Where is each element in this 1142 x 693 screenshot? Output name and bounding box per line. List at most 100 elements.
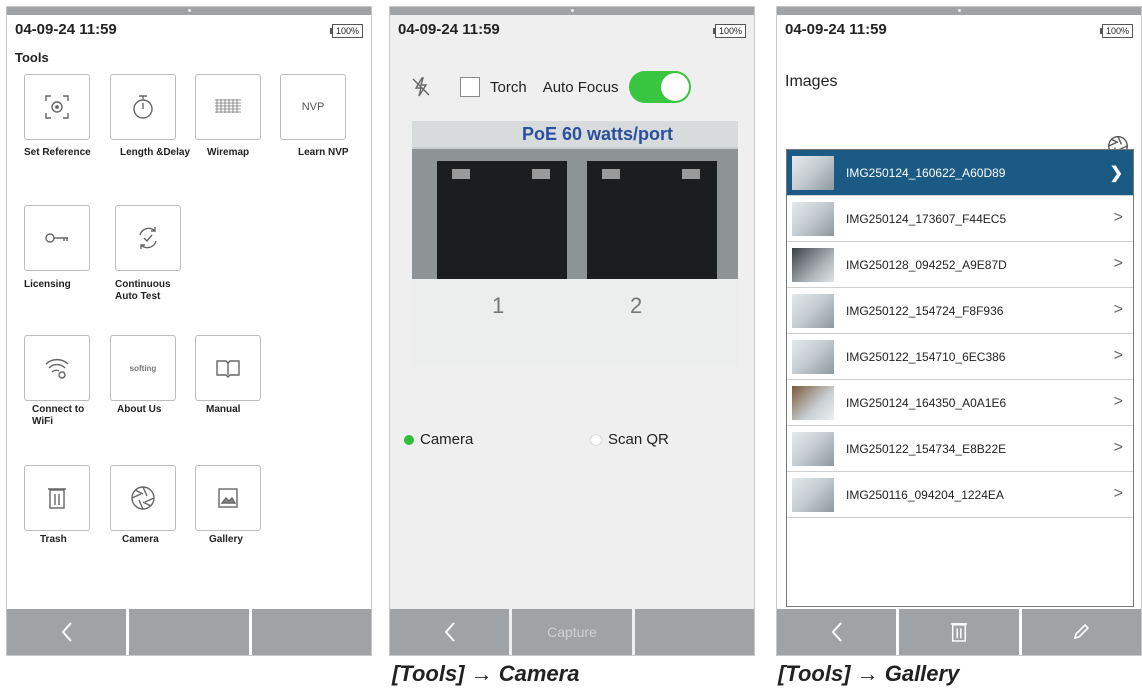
back-button[interactable] [390, 609, 510, 655]
top-bar [7, 7, 371, 15]
trash-button[interactable] [24, 465, 90, 531]
continuous-auto-test-button[interactable] [115, 205, 181, 271]
camera-caption: [Tools] → Camera [392, 661, 580, 686]
image-thumbnail [792, 201, 834, 236]
image-name: IMG250124_160622_A60D89 [846, 165, 1006, 180]
capture-button[interactable]: Capture [512, 609, 632, 655]
chevron-right-icon: > [1113, 255, 1123, 272]
set-reference-label: Set Reference [24, 147, 91, 158]
image-thumbnail [792, 247, 834, 282]
camera-shutter-icon [131, 486, 155, 510]
mode-camera-label: Camera [420, 431, 474, 448]
book-icon [216, 360, 240, 378]
about-us-button[interactable]: softing [110, 335, 176, 401]
length-delay-label: Length &Delay [120, 147, 191, 158]
image-thumbnail [792, 155, 834, 190]
stopwatch-icon [133, 95, 153, 119]
about-us-label: About Us [117, 404, 162, 415]
edit-button[interactable] [1021, 609, 1141, 655]
bottom-nav [7, 609, 371, 655]
radio-selected-icon [404, 434, 414, 445]
image-list: IMG250124_160622_A60D89 ❯ IMG250124_1736… [786, 149, 1134, 607]
chevron-right-icon: > [1113, 209, 1123, 226]
top-bar [777, 7, 1141, 15]
flash-off-icon[interactable] [410, 76, 432, 98]
port-number-2: 2 [630, 293, 642, 318]
status-time: 04-09-24 11:59 [15, 21, 117, 38]
image-name: IMG250116_094204_1224EA [846, 487, 1004, 502]
image-icon [218, 488, 238, 508]
trash-icon [950, 623, 968, 642]
torch-checkbox[interactable] [460, 77, 480, 97]
nav-button-middle[interactable] [129, 609, 249, 655]
mode-scan-radio[interactable]: Scan QR [590, 431, 669, 448]
gallery-screen: 04-09-24 11:59 100% Images IMG250124_160… [776, 6, 1142, 656]
chevron-left-icon [831, 622, 842, 642]
image-thumbnail [792, 385, 834, 420]
camera-controls: Torch Auto Focus [410, 71, 691, 103]
battery-indicator: 100% [712, 24, 746, 38]
bottom-nav [777, 609, 1141, 655]
logo-icon: softing [129, 363, 157, 373]
manual-button[interactable] [195, 335, 261, 401]
battery-indicator: 100% [329, 24, 363, 38]
refresh-check-icon [139, 227, 157, 249]
back-button[interactable] [7, 609, 127, 655]
radio-unselected-icon [590, 433, 602, 446]
wiremap-icon [215, 99, 241, 113]
mode-scan-label: Scan QR [608, 431, 669, 448]
autofocus-toggle[interactable] [628, 71, 691, 103]
manual-label: Manual [206, 404, 241, 415]
length-delay-button[interactable] [110, 74, 176, 140]
nav-button-right[interactable] [251, 609, 371, 655]
connect-wifi-button[interactable] [24, 335, 90, 401]
target-icon [45, 95, 69, 119]
chevron-right-icon: > [1113, 485, 1123, 502]
camera-preview: PoE 60 watts/port 1 2 [412, 121, 738, 367]
image-thumbnail [792, 431, 834, 466]
connect-wifi-label: Connect to WiFi [32, 404, 85, 427]
list-item[interactable]: IMG250122_154734_E8B22E > [787, 426, 1133, 472]
wiremap-label: Wiremap [207, 147, 250, 158]
key-icon [45, 233, 68, 243]
list-item[interactable]: IMG250116_094204_1224EA > [787, 472, 1133, 518]
status-time: 04-09-24 11:59 [785, 21, 887, 38]
autofocus-label: Auto Focus [542, 78, 619, 96]
delete-button[interactable] [899, 609, 1019, 655]
chevron-right-icon: > [1113, 439, 1123, 456]
list-item[interactable]: IMG250124_160622_A60D89 ❯ [787, 150, 1133, 196]
list-item[interactable]: IMG250124_173607_F44EC5 > [787, 196, 1133, 242]
chevron-left-icon [61, 622, 72, 642]
chevron-right-icon: > [1113, 301, 1123, 318]
image-name: IMG250124_173607_F44EC5 [846, 211, 1007, 226]
continuous-auto-test-label: Continuous Auto Test [115, 279, 171, 302]
camera-button[interactable] [110, 465, 176, 531]
bottom-nav: Capture [390, 609, 754, 655]
page-title: Tools [15, 50, 49, 65]
licensing-button[interactable] [24, 205, 90, 271]
list-item[interactable]: IMG250124_164350_A0A1E6 > [787, 380, 1133, 426]
back-button[interactable] [777, 609, 897, 655]
mode-camera-radio[interactable]: Camera [404, 431, 473, 448]
list-item[interactable]: IMG250128_094252_A9E87D > [787, 242, 1133, 288]
image-name: IMG250124_164350_A0A1E6 [846, 395, 1007, 410]
wiremap-button[interactable] [195, 74, 261, 140]
battery-indicator: 100% [1099, 24, 1133, 38]
chevron-left-icon [444, 622, 455, 642]
chevron-right-icon: ❯ [1109, 165, 1123, 182]
gallery-label: Gallery [209, 534, 243, 545]
set-reference-button[interactable] [24, 74, 90, 140]
image-name: IMG250128_094252_A9E87D [846, 257, 1007, 272]
chevron-right-icon: > [1113, 393, 1123, 410]
learn-nvp-button[interactable]: NVP [280, 74, 346, 140]
nvp-icon: NVP [301, 101, 325, 113]
image-thumbnail [792, 293, 834, 328]
image-name: IMG250122_154724_F8F936 [846, 303, 1004, 318]
nav-button-right[interactable] [634, 609, 754, 655]
pencil-icon [1074, 623, 1090, 640]
wifi-gear-icon [45, 358, 69, 379]
list-item[interactable]: IMG250122_154710_6EC386 > [787, 334, 1133, 380]
list-item[interactable]: IMG250122_154724_F8F936 > [787, 288, 1133, 334]
camera-label: Camera [122, 534, 159, 545]
gallery-button[interactable] [195, 465, 261, 531]
